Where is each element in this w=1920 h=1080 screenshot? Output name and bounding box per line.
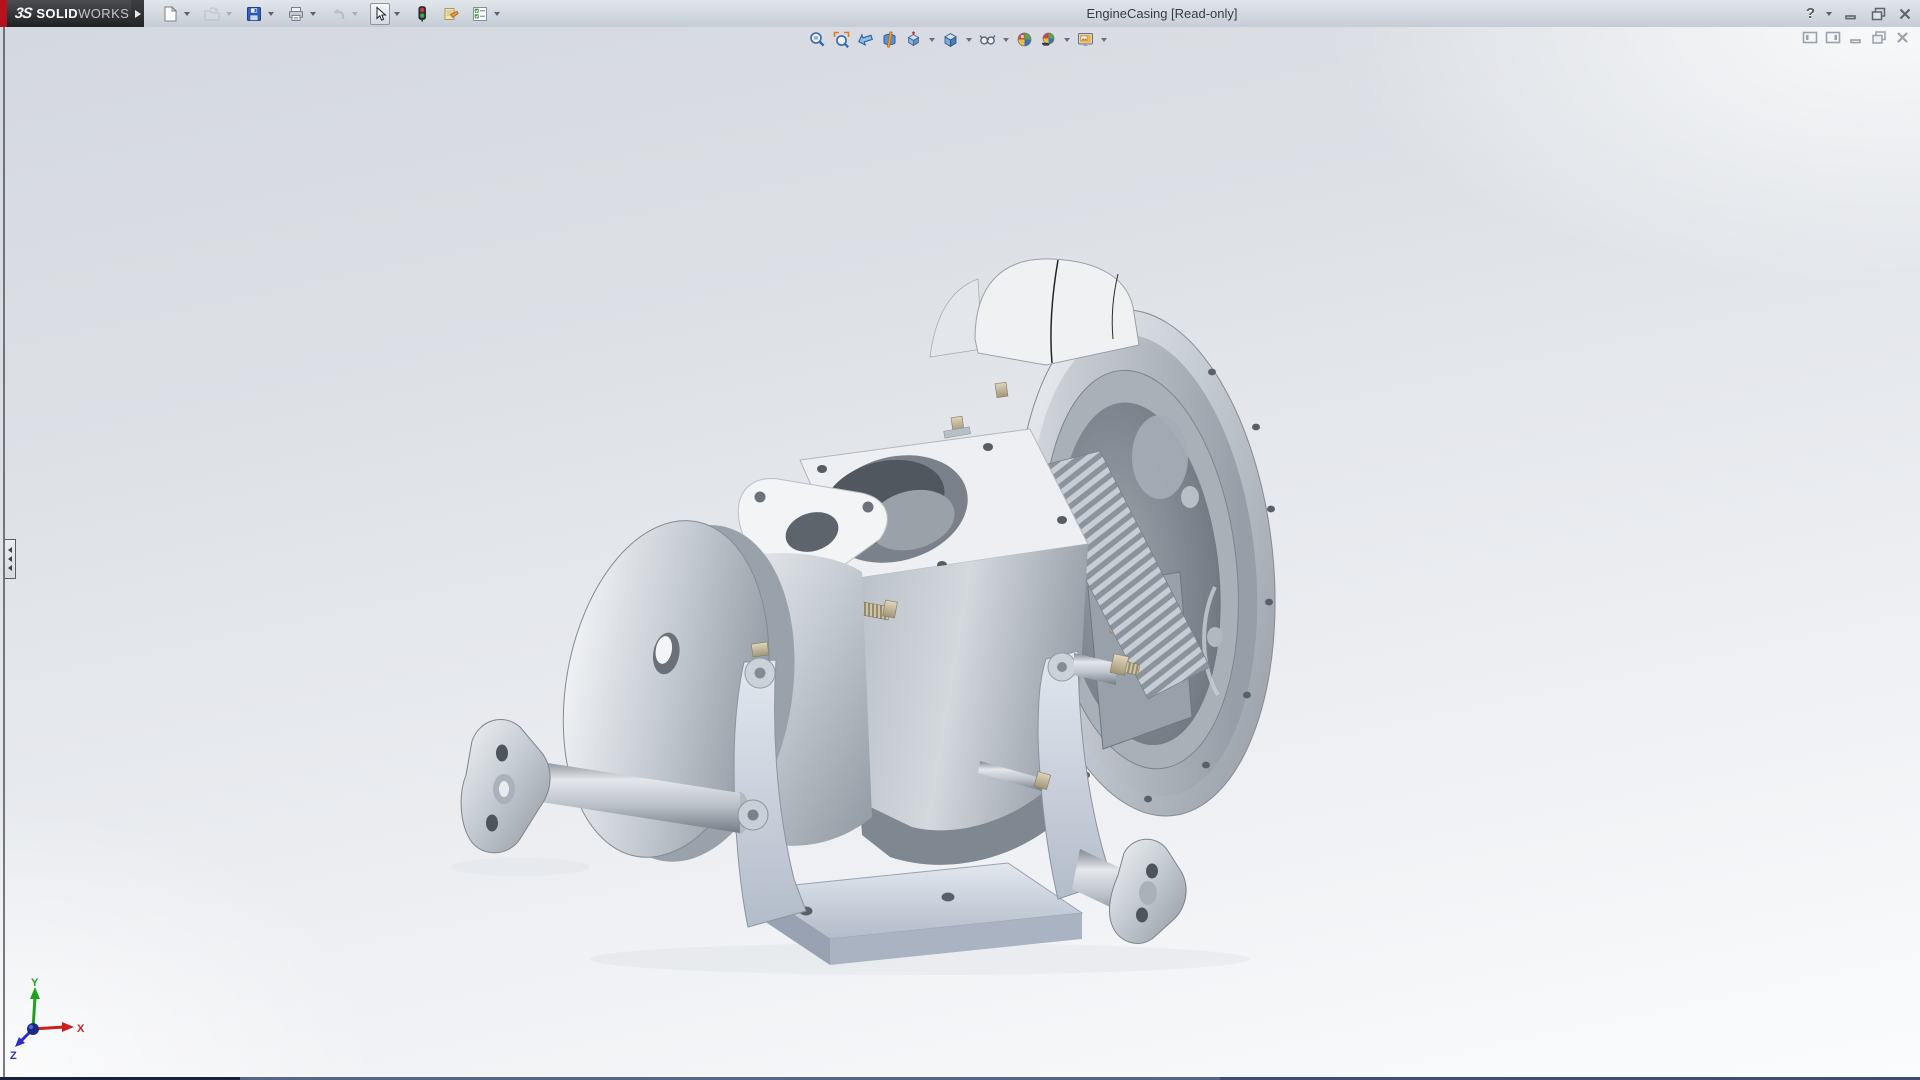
select-button[interactable]: [370, 3, 390, 25]
save-dropdown[interactable]: [264, 3, 277, 25]
undo-icon: [330, 6, 346, 22]
select-dropdown[interactable]: [390, 3, 403, 25]
appearance-ball-icon: [1016, 31, 1033, 48]
graphics-viewport[interactable]: Y X Z *Dimetric: [0, 27, 1920, 1080]
window-title: EngineCasing [Read-only]: [1086, 0, 1237, 27]
pane-right-button[interactable]: [1825, 30, 1841, 45]
close-icon: [1898, 7, 1912, 21]
heads-up-view-toolbar: [806, 29, 1109, 49]
select-cursor-icon: [372, 6, 388, 22]
engine-casing-model[interactable]: [0, 27, 1920, 1080]
pane-left-icon: [1802, 30, 1818, 45]
section-view-icon: [881, 31, 898, 48]
undo-button[interactable]: [328, 3, 348, 25]
featuremanager-collapse-tab[interactable]: [5, 539, 16, 579]
open-document-dropdown[interactable]: [222, 3, 235, 25]
apply-scene-dropdown[interactable]: [1061, 29, 1072, 49]
open-document-button[interactable]: [202, 3, 222, 25]
options-dropdown[interactable]: [490, 3, 503, 25]
view-orientation-button[interactable]: [902, 29, 924, 49]
glasses-icon: [979, 31, 996, 48]
display-style-icon: [942, 31, 959, 48]
options-icon: [472, 6, 488, 22]
right-arrow-icon: [135, 10, 145, 18]
view-settings-dropdown[interactable]: [1098, 29, 1109, 49]
title-bar: 3S SOLIDWORKS: [0, 0, 1920, 28]
file-properties-button[interactable]: [441, 3, 461, 25]
doc-minimize-button[interactable]: [1848, 30, 1864, 45]
doc-restore-button[interactable]: [1871, 30, 1887, 45]
brand-red-stripe: [0, 0, 7, 27]
hide-show-items-button[interactable]: [976, 29, 998, 49]
help-button[interactable]: ?: [1806, 5, 1815, 22]
z-axis-label: Z: [10, 1050, 17, 1062]
x-axis-label: X: [77, 1023, 85, 1035]
traffic-light-icon: [414, 6, 430, 22]
menu-flyout-arrow[interactable]: [131, 0, 144, 27]
zoom-to-area-button[interactable]: [830, 29, 852, 49]
solidworks-logo: 3S SOLIDWORKS: [7, 0, 131, 27]
new-document-icon: [162, 6, 178, 22]
document-window-controls: [1802, 30, 1910, 45]
doc-minimize-icon: [1849, 30, 1864, 45]
view-settings-button[interactable]: [1074, 29, 1096, 49]
display-style-button[interactable]: [939, 29, 961, 49]
print-button[interactable]: [286, 3, 306, 25]
hide-show-items-dropdown[interactable]: [1000, 29, 1011, 49]
zoom-to-fit-icon: [809, 31, 826, 48]
display-style-dropdown[interactable]: [963, 29, 974, 49]
zoom-to-fit-button[interactable]: [806, 29, 828, 49]
left-arrow-icon: [5, 556, 12, 562]
3ds-logo-icon: 3S: [14, 5, 33, 22]
engine-casing-geometry: [450, 259, 1299, 975]
pane-left-button[interactable]: [1802, 30, 1818, 45]
new-document-button[interactable]: [160, 3, 180, 25]
doc-restore-icon: [1871, 30, 1887, 45]
doc-close-icon: [1895, 30, 1910, 45]
close-button[interactable]: [1896, 5, 1914, 23]
view-orientation-dropdown[interactable]: [926, 29, 937, 49]
view-orientation-icon: [905, 31, 922, 48]
options-button[interactable]: [470, 3, 490, 25]
restore-icon: [1871, 7, 1886, 21]
previous-view-button[interactable]: [854, 29, 876, 49]
previous-view-icon: [857, 31, 874, 48]
save-button[interactable]: [244, 3, 264, 25]
restore-button[interactable]: [1869, 5, 1887, 23]
solidworks-window: 3S SOLIDWORKS: [0, 0, 1920, 1080]
help-dropdown[interactable]: [1824, 3, 1833, 25]
minimize-button[interactable]: [1842, 5, 1860, 23]
undo-dropdown[interactable]: [348, 3, 361, 25]
standard-toolbar: [160, 0, 503, 27]
edit-appearance-button[interactable]: [1013, 29, 1035, 49]
file-properties-icon: [443, 6, 459, 22]
new-document-dropdown[interactable]: [180, 3, 193, 25]
save-icon: [246, 6, 262, 22]
left-arrow-icon: [5, 565, 12, 571]
print-dropdown[interactable]: [306, 3, 319, 25]
minimize-icon: [1844, 7, 1858, 21]
pane-right-icon: [1825, 30, 1841, 45]
rebuild-button[interactable]: [412, 3, 432, 25]
apply-scene-button[interactable]: [1037, 29, 1059, 49]
apply-scene-icon: [1040, 31, 1057, 48]
brand-name: SOLIDWORKS: [36, 6, 129, 21]
window-controls: ?: [1806, 0, 1914, 27]
zoom-to-area-icon: [833, 31, 850, 48]
doc-close-button[interactable]: [1894, 30, 1910, 45]
view-settings-icon: [1077, 31, 1094, 48]
section-view-button[interactable]: [878, 29, 900, 49]
left-arrow-icon: [5, 547, 12, 553]
open-document-icon: [204, 6, 220, 22]
y-axis-label: Y: [31, 977, 39, 989]
print-icon: [288, 6, 304, 22]
reference-triad: Y X Z: [6, 977, 106, 1077]
